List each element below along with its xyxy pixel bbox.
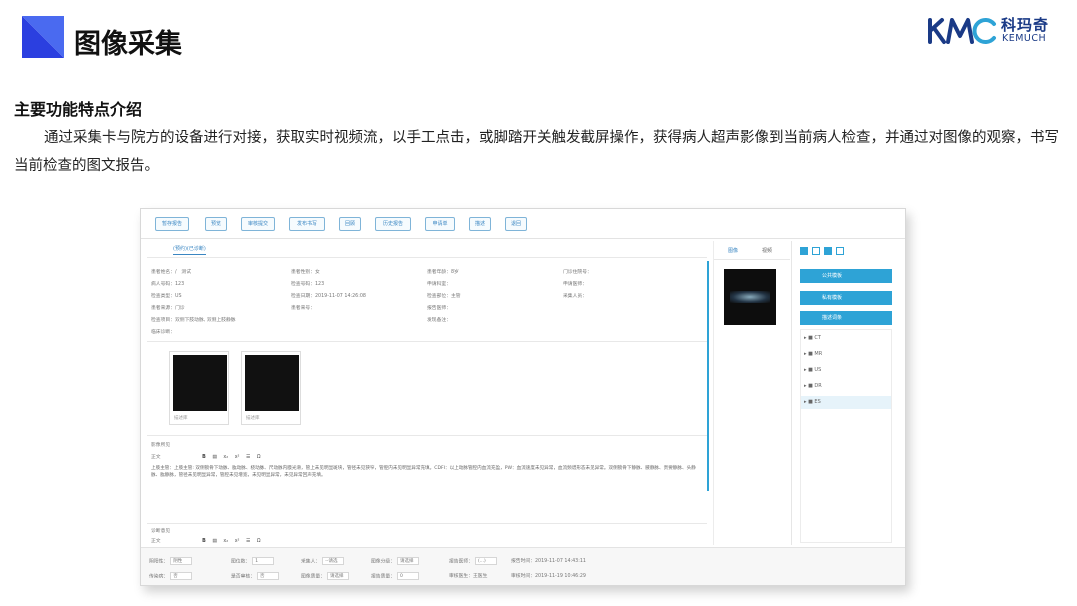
patient-field: 检查日期：2019-11-07 14:26:08	[291, 294, 366, 299]
brand-name-en: KEMUCH	[1002, 33, 1047, 44]
font-style-select[interactable]: 正文	[151, 539, 161, 544]
findings-text[interactable]: 上肢主管：上肢主管: 双侧锁骨下动脉、肱动脉、桡动脉、尺动脉内膜光滑，管上未见明…	[151, 465, 699, 479]
patient-field: 检查类型：US	[151, 294, 182, 299]
toolbar: 暂存报告 预览 审核提交 发布书写 回顾 历史报告 申请单 描述 退回	[141, 209, 905, 239]
footer-field: 报告时间：2019-11-07 14:43:11	[511, 559, 586, 564]
patient-field: 检查项目：双侧下肢动脉, 双侧上肢静脉	[151, 318, 236, 323]
bold-icon[interactable]: B	[202, 539, 206, 544]
footer-field[interactable]: 阴阳性： 阴性	[149, 557, 193, 565]
toolbar-button[interactable]: 预览	[205, 217, 227, 231]
font-style-select[interactable]: 正文	[151, 455, 161, 460]
toggle-icon[interactable]	[800, 247, 808, 255]
template-tree-panel: 公共模板 私有模板 描述词条 ▸ ■ CT ▸ ■ MR ▸ ■ US ▸ ■ …	[791, 241, 905, 545]
list-icon[interactable]: ☰	[246, 539, 250, 544]
superscript-icon[interactable]: x²	[235, 455, 240, 460]
footer-field: 审核时间：2019-11-19 10:46:29	[511, 574, 586, 579]
patient-field: 患者年龄：8岁	[427, 270, 459, 275]
footer-field[interactable]: 报告质量： 0	[371, 572, 419, 580]
toolbar-button[interactable]: 审核提交	[241, 217, 275, 231]
report-footer: 阴阳性： 阴性 图位数： 1 采集人： --请选 图像分级： 请选择 报告医师： (...…	[141, 547, 905, 585]
section-heading: 主要功能特点介绍	[14, 100, 143, 119]
footer-field[interactable]: 图像分级： 请选择	[371, 557, 419, 565]
toolbar-button[interactable]: 描述	[469, 217, 491, 231]
public-template-button[interactable]: 公共模板	[800, 269, 892, 283]
patient-field: 申请科室：	[427, 282, 451, 287]
brand-name-cn: 科玛奇	[1001, 16, 1050, 34]
patient-field: 检查部位：主管	[427, 294, 461, 299]
capture-thumbnail[interactable]: 描述库	[169, 351, 229, 425]
page-title: 图像采集	[74, 29, 182, 60]
tree-item[interactable]: ▸ ■ DR	[804, 383, 822, 389]
toolbar-button[interactable]: 发布书写	[289, 217, 325, 231]
thumbnail-caption: 描述库	[174, 416, 188, 421]
patient-field: 临床诊断：	[151, 330, 175, 335]
subscript-icon[interactable]: x₂	[223, 539, 228, 544]
scrollbar[interactable]	[707, 261, 709, 491]
private-template-button[interactable]: 私有模板	[800, 291, 892, 305]
footer-field: 审核医生：王医生	[449, 574, 488, 579]
patient-field: 患者来源：门诊	[151, 306, 185, 311]
toolbar-button[interactable]: 退回	[505, 217, 527, 231]
toolbar-button[interactable]: 暂存报告	[155, 217, 189, 231]
brand-triangle-icon	[22, 16, 64, 58]
superscript-icon[interactable]: x²	[235, 539, 240, 544]
footer-field[interactable]: 图像质量： 请选择	[301, 572, 349, 580]
tab-report[interactable]: (预约)(已诊断)	[173, 245, 206, 255]
toolbar-button[interactable]: 回顾	[339, 217, 361, 231]
toolbar-button[interactable]: 历史报告	[375, 217, 411, 231]
footer-field[interactable]: 采集人： --请选	[301, 557, 345, 565]
footer-field[interactable]: 传染病：否	[149, 572, 193, 580]
tree-item[interactable]: ▸ ■ US	[804, 367, 821, 373]
subscript-icon[interactable]: x₂	[223, 455, 228, 460]
editor-toolbar: 正文 B ▤ x₂ x² ☰ Ω	[151, 453, 261, 460]
image-side-panel: 图像 视频	[713, 241, 790, 545]
ultrasound-image	[173, 355, 227, 411]
collapse-icon[interactable]	[836, 247, 844, 255]
patient-field: 患者性别：女	[291, 270, 320, 275]
tree-item-selected[interactable]: ▸ ■ ES	[804, 399, 821, 405]
tree-item[interactable]: ▸ ■ MR	[804, 351, 822, 357]
kmc-logo-icon	[928, 18, 996, 44]
editor-toolbar: 正文 B ▤ x₂ x² ☰ Ω	[151, 537, 261, 544]
thumbnail-caption: 描述库	[246, 416, 260, 421]
tab-images[interactable]: 图像	[728, 247, 738, 254]
omega-icon[interactable]: Ω	[257, 455, 261, 460]
footer-field[interactable]: 报告医师： (...)	[449, 557, 497, 565]
patient-field: 报告医师：	[427, 306, 451, 311]
table-icon[interactable]: ▤	[212, 455, 217, 460]
live-video-preview[interactable]	[724, 269, 776, 325]
ultrasound-image	[245, 355, 299, 411]
bold-icon[interactable]: B	[202, 455, 206, 460]
tab-video[interactable]: 视频	[762, 247, 772, 254]
section-paragraph: 通过采集卡与院方的设备进行对接，获取实时视频流，以手工点击，或脚踏开关触发截屏操…	[14, 130, 1059, 174]
description-terms-button[interactable]: 描述词条	[800, 311, 892, 325]
patient-field: 发现备注：	[427, 318, 451, 323]
capture-thumbnail[interactable]: 描述库	[241, 351, 301, 425]
patient-field: 采集人员：	[563, 294, 587, 299]
table-icon[interactable]: ▤	[212, 539, 217, 544]
findings-label: 影像所见	[151, 443, 171, 448]
omega-icon[interactable]: Ω	[257, 539, 261, 544]
patient-field: 申请医师：	[563, 282, 587, 287]
patient-field: 门诊住院号：	[563, 270, 592, 275]
patient-field: 患者姓名：/ 测试	[151, 270, 191, 275]
app-screenshot: 暂存报告 预览 审核提交 发布书写 回顾 历史报告 申请单 描述 退回 (预约)…	[140, 208, 906, 586]
footer-field[interactable]: 图位数： 1	[231, 557, 275, 565]
folder-icon[interactable]	[824, 247, 832, 255]
patient-field: 患者来号：	[291, 306, 315, 311]
toolbar-button[interactable]: 申请单	[425, 217, 455, 231]
tree-item[interactable]: ▸ ■ CT	[804, 335, 821, 341]
report-panel: (预约)(已诊断) 患者姓名：/ 测试 患者性别：女 患者年龄：8岁 门诊住院号…	[147, 241, 707, 545]
expand-icon[interactable]	[812, 247, 820, 255]
footer-field[interactable]: 是否审核：否	[231, 572, 279, 580]
brand-logo: 科玛奇 KEMUCH	[928, 14, 1054, 48]
patient-field: 检查号码：123	[291, 282, 325, 287]
patient-field: 病人号码：123	[151, 282, 185, 287]
list-icon[interactable]: ☰	[246, 455, 250, 460]
conclusion-label: 诊断意见	[151, 529, 171, 534]
